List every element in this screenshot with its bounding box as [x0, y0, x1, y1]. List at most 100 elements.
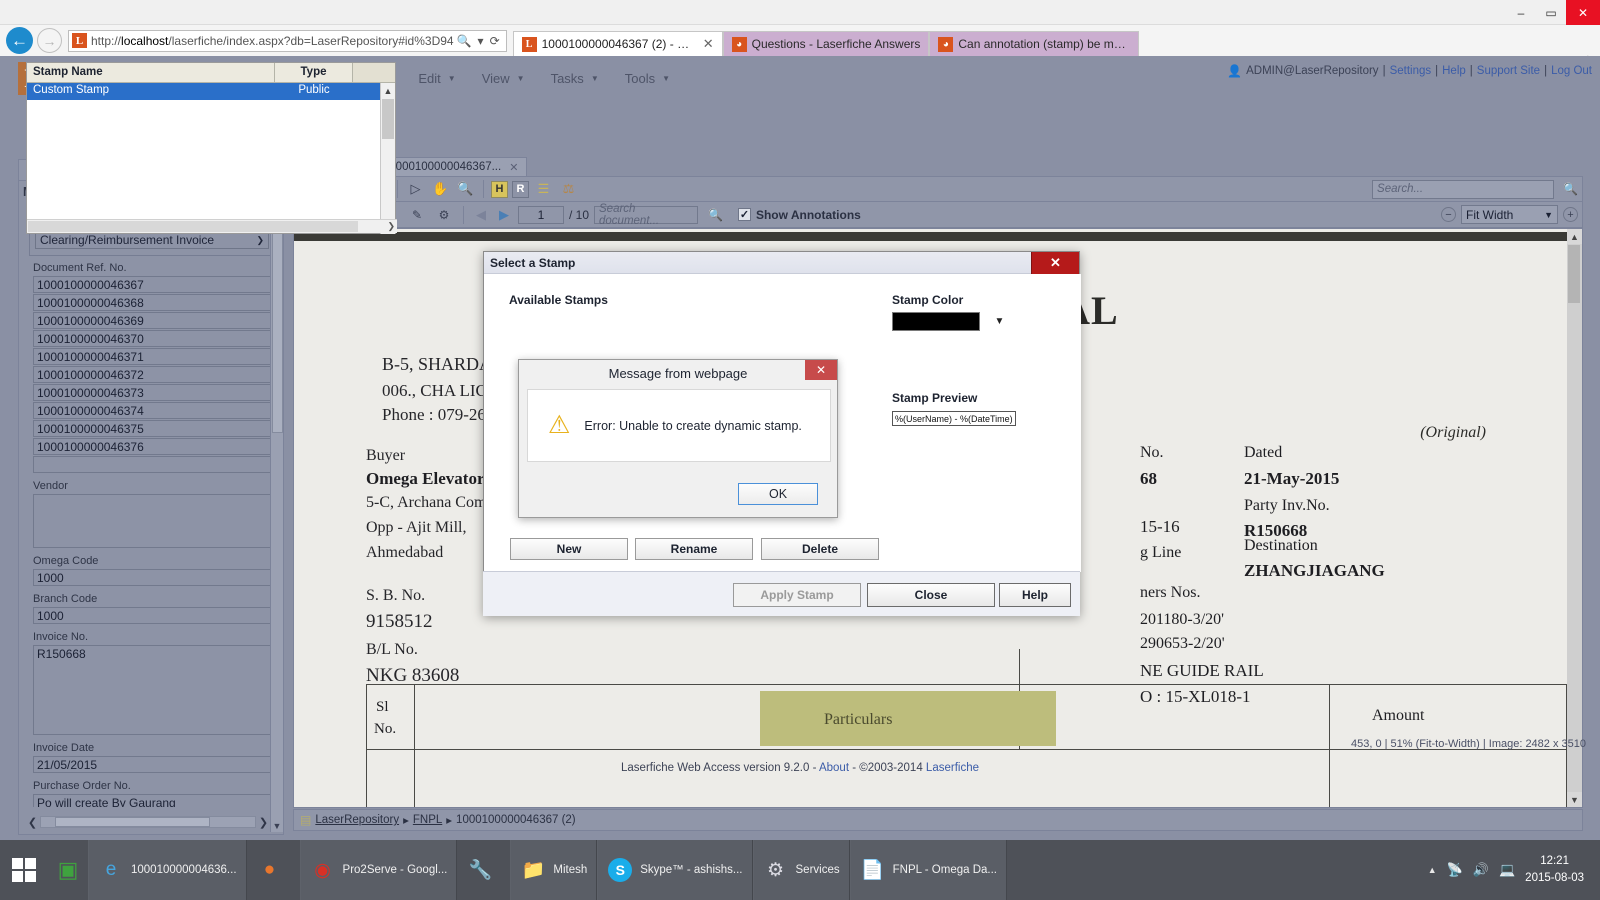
- taskbar-item-ie[interactable]: e 100010000004636...: [88, 840, 247, 900]
- taskbar-item-services[interactable]: ⚙ Services: [753, 840, 850, 900]
- laserfiche-brand-link[interactable]: Laserfiche: [926, 762, 979, 774]
- back-arrow-icon[interactable]: ←: [6, 27, 33, 54]
- stamp-color-picker[interactable]: ▼: [892, 312, 1004, 331]
- breadcrumb-folder[interactable]: FNPL: [413, 814, 442, 826]
- zoom-in-button[interactable]: +: [1563, 207, 1578, 222]
- field-document-ref-5[interactable]: 1000100000046371: [33, 348, 273, 365]
- scrollbar-thumb[interactable]: [55, 817, 210, 827]
- field-document-ref-7[interactable]: 1000100000046373: [33, 384, 273, 401]
- field-document-ref-10[interactable]: 1000100000046376: [33, 438, 273, 455]
- previous-page-icon[interactable]: ◀: [472, 207, 490, 223]
- help-link[interactable]: Help: [1442, 65, 1466, 77]
- scroll-right-icon[interactable]: ❯: [256, 816, 271, 829]
- next-page-icon[interactable]: ▶: [495, 207, 513, 223]
- store-icon[interactable]: ▣: [48, 840, 88, 900]
- taskbar-item-tools[interactable]: 🔧: [457, 840, 510, 900]
- delete-stamp-button[interactable]: Delete: [761, 538, 879, 560]
- close-window-button[interactable]: ✕: [1566, 0, 1600, 25]
- field-document-ref-6[interactable]: 1000100000046372: [33, 366, 273, 383]
- viewer-tab-document[interactable]: 1000100000046367... ✕: [380, 157, 527, 176]
- menu-edit[interactable]: Edit▼: [418, 71, 455, 86]
- page-number-input[interactable]: 1: [518, 206, 564, 224]
- zoom-select-icon[interactable]: 🔍: [455, 179, 476, 199]
- taskbar-item-skype[interactable]: S Skype™ - ashishs...: [597, 840, 752, 900]
- field-document-ref-9[interactable]: 1000100000046375: [33, 420, 273, 437]
- field-vendor[interactable]: [33, 494, 273, 548]
- available-stamps-table[interactable]: Stamp Name Type Custom Stamp Public ▲ ▼ …: [26, 62, 396, 234]
- apply-stamp-button[interactable]: Apply Stamp: [733, 583, 861, 607]
- taskbar-item-chrome[interactable]: ◉ Pro2Serve - Googl...: [300, 840, 458, 900]
- redaction-icon[interactable]: ⚙: [433, 205, 455, 224]
- metadata-horizontal-scrollbar[interactable]: ❮ ❯: [25, 814, 271, 830]
- error-ok-button[interactable]: OK: [738, 483, 818, 505]
- browser-tab-1[interactable]: L 1000100000046367 (2) - Lase... ✕: [513, 31, 723, 56]
- stamps-horizontal-scrollbar[interactable]: ❯: [27, 219, 397, 233]
- close-icon[interactable]: ✕: [509, 161, 518, 174]
- dropdown-caret-icon[interactable]: ▾: [478, 34, 484, 48]
- taskbar-clock[interactable]: 12:21 2015-08-03: [1525, 853, 1590, 888]
- color-swatch[interactable]: [892, 312, 980, 331]
- scroll-up-icon[interactable]: ▲: [1567, 229, 1582, 244]
- hand-pan-icon[interactable]: ✋: [430, 179, 451, 199]
- field-document-ref-4[interactable]: 1000100000046370: [33, 330, 273, 347]
- search-icon[interactable]: 🔍: [708, 208, 723, 222]
- rename-stamp-button[interactable]: Rename: [635, 538, 753, 560]
- volume-icon[interactable]: 🔊: [1473, 862, 1489, 878]
- document-vertical-scrollbar[interactable]: ▲ ▼: [1567, 229, 1582, 807]
- field-document-ref-3[interactable]: 1000100000046369: [33, 312, 273, 329]
- show-annotations-toggle[interactable]: ✓ Show Annotations: [738, 208, 861, 222]
- close-icon[interactable]: ✕: [1031, 252, 1079, 274]
- menu-view[interactable]: View▼: [482, 71, 525, 86]
- highlight-h-icon[interactable]: H: [491, 181, 508, 198]
- redaction-r-icon[interactable]: R: [512, 181, 529, 198]
- stamp-icon[interactable]: ⚖: [558, 179, 579, 199]
- menu-tasks[interactable]: Tasks▼: [551, 71, 599, 86]
- scroll-down-icon[interactable]: ▼: [271, 819, 283, 832]
- refresh-icon[interactable]: ⟳: [490, 34, 500, 48]
- column-header-type[interactable]: Type: [275, 63, 353, 82]
- show-hidden-icons[interactable]: ▲: [1428, 865, 1437, 875]
- browser-tab-3[interactable]: ◕ Can annotation (stamp) be ma...: [929, 31, 1139, 56]
- field-document-ref-2[interactable]: 1000100000046368: [33, 294, 273, 311]
- settings-link[interactable]: Settings: [1390, 65, 1432, 77]
- address-bar[interactable]: L http://localhost/laserfiche/index.aspx…: [68, 30, 507, 52]
- scrollbar-thumb[interactable]: [28, 221, 358, 232]
- scroll-right-icon[interactable]: ❯: [387, 221, 395, 232]
- scroll-down-icon[interactable]: ▼: [1567, 792, 1582, 807]
- taskbar-item-firefox[interactable]: ●: [247, 840, 300, 900]
- search-icon[interactable]: 🔍: [1563, 182, 1578, 196]
- chevron-down-icon[interactable]: ▼: [994, 316, 1004, 327]
- stamps-vertical-scrollbar[interactable]: ▲ ▼: [380, 83, 395, 234]
- minimize-button[interactable]: –: [1506, 0, 1536, 25]
- sticky-note-icon[interactable]: ☰: [533, 179, 554, 199]
- close-dialog-button[interactable]: Close: [867, 583, 995, 607]
- scroll-up-icon[interactable]: ▲: [381, 83, 395, 98]
- field-document-ref-1[interactable]: 1000100000046367: [33, 276, 273, 293]
- field-document-ref-8[interactable]: 1000100000046374: [33, 402, 273, 419]
- zoom-out-button[interactable]: −: [1441, 207, 1456, 222]
- action-center-icon[interactable]: 💻: [1499, 862, 1515, 878]
- help-button[interactable]: Help: [999, 583, 1071, 607]
- scrollbar-thumb[interactable]: [382, 99, 394, 139]
- table-row[interactable]: Custom Stamp Public: [27, 83, 395, 100]
- metadata-vertical-scrollbar[interactable]: ▲ ▼: [270, 207, 283, 832]
- taskbar-item-mitesh[interactable]: 📁 Mitesh: [510, 840, 597, 900]
- search-icon[interactable]: 🔍: [457, 34, 472, 48]
- forward-arrow-icon[interactable]: →: [37, 28, 62, 53]
- new-stamp-button[interactable]: New: [510, 538, 628, 560]
- field-branch-code[interactable]: 1000: [33, 607, 273, 624]
- support-site-link[interactable]: Support Site: [1477, 65, 1540, 77]
- network-icon[interactable]: 📡: [1447, 862, 1463, 878]
- scrollbar-thumb[interactable]: [1568, 245, 1580, 303]
- field-document-ref-11[interactable]: [33, 456, 273, 473]
- checkbox-icon[interactable]: ✓: [738, 208, 751, 221]
- breadcrumb-root[interactable]: LaserRepository: [315, 814, 399, 826]
- windows-start-icon[interactable]: [0, 840, 48, 900]
- edit-page-icon[interactable]: ✎: [406, 205, 428, 224]
- menu-tools[interactable]: Tools▼: [625, 71, 670, 86]
- scrollbar-thumb[interactable]: [272, 221, 283, 433]
- close-icon[interactable]: ✕: [805, 360, 837, 380]
- field-purchase-order-no[interactable]: Po will create By Gaurang: [33, 794, 273, 807]
- log-out-link[interactable]: Log Out: [1551, 65, 1592, 77]
- scrollbar-track[interactable]: [40, 816, 256, 828]
